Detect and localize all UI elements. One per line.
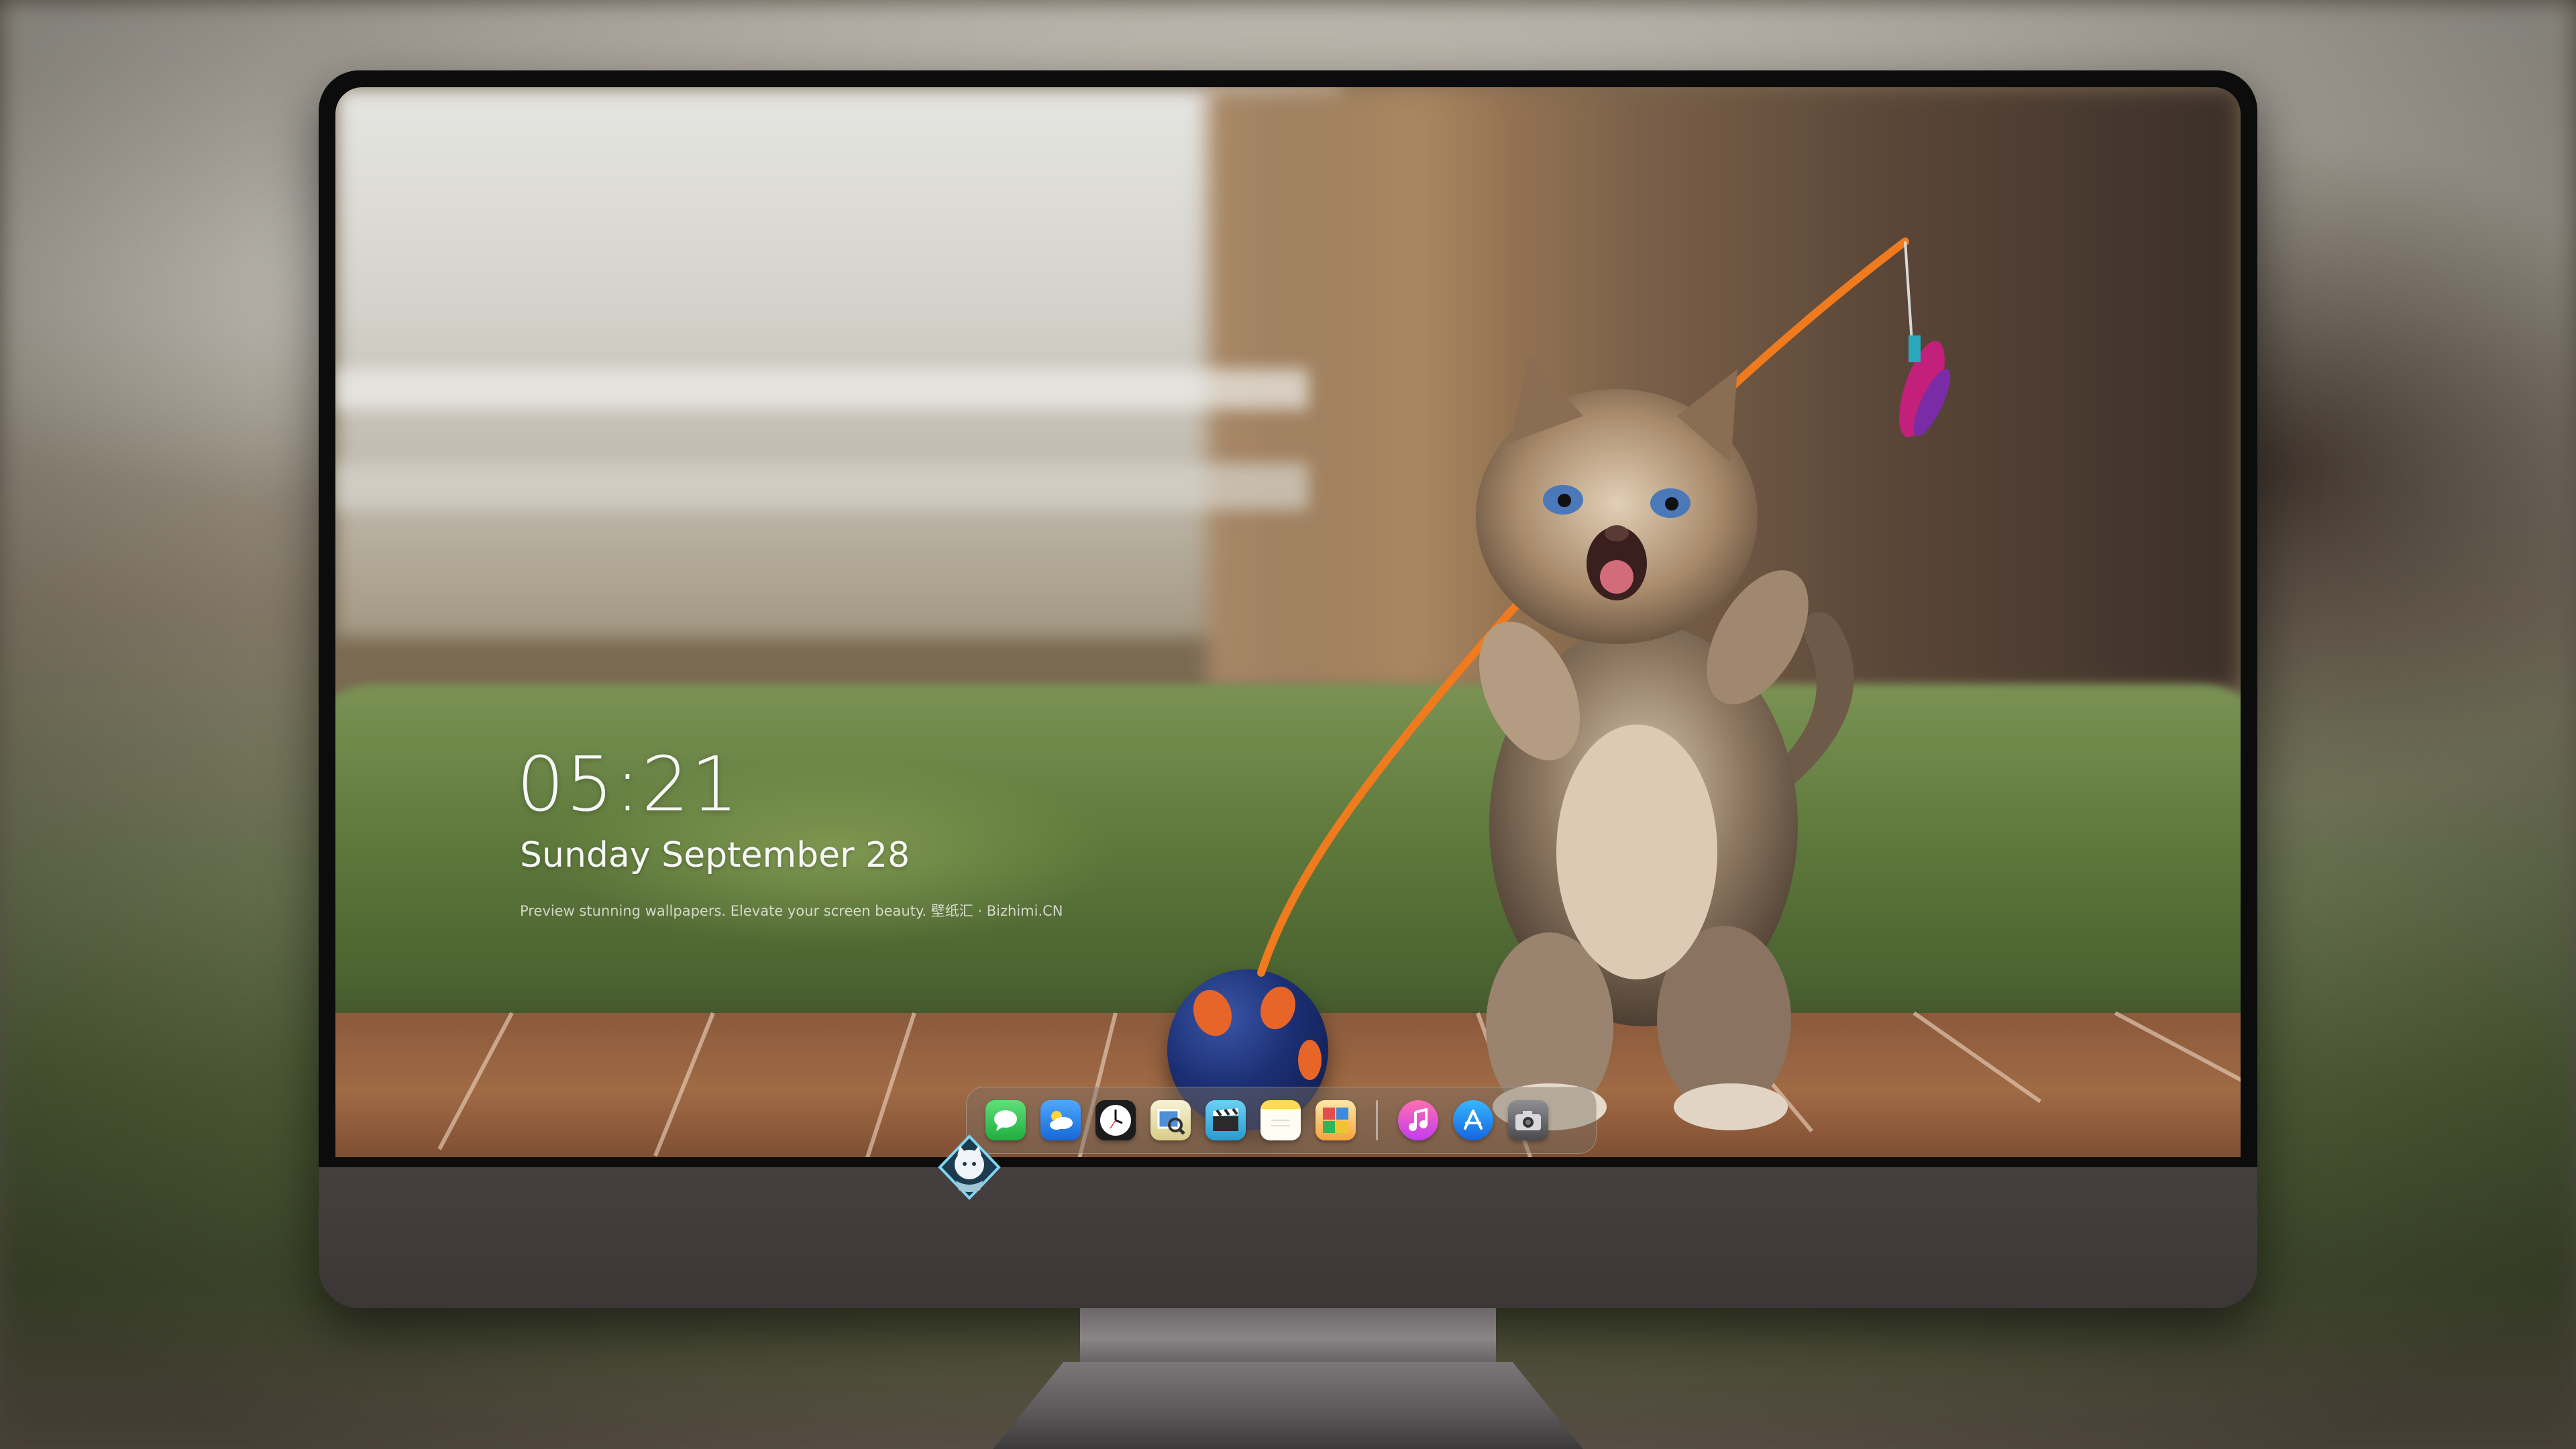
app-store-icon[interactable]: [1453, 1100, 1493, 1140]
notes-icon[interactable]: [1260, 1100, 1301, 1140]
clips-icon[interactable]: [1205, 1100, 1246, 1140]
clock-icon[interactable]: [1095, 1100, 1136, 1140]
dock: [966, 1087, 1597, 1154]
desktop-scene: 05:21 Sunday September 28 Preview stunni…: [0, 0, 2576, 1449]
preview-icon[interactable]: [1150, 1100, 1191, 1140]
monitor-stand-neck: [1080, 1308, 1496, 1368]
wallpaper-sill: [335, 463, 1308, 510]
lockscreen-date: Sunday September 28: [520, 835, 910, 875]
dock-separator: [1376, 1100, 1378, 1140]
weather-icon[interactable]: [1040, 1100, 1081, 1140]
wallpaper-sill: [335, 369, 1308, 409]
monitor-chin: [319, 1167, 2257, 1308]
screen: 05:21 Sunday September 28 Preview stunni…: [335, 87, 2241, 1157]
camera-icon[interactable]: [1508, 1100, 1548, 1140]
monitor-stand-base: [993, 1362, 1583, 1449]
music-icon[interactable]: [1398, 1100, 1438, 1140]
wallpaper-window: [335, 87, 1342, 637]
cat-astronaut-logo-icon: [938, 1134, 1001, 1200]
lockscreen-caption: Preview stunning wallpapers. Elevate you…: [520, 903, 1063, 919]
photos-icon[interactable]: [1316, 1100, 1356, 1140]
kitten: [1476, 356, 1854, 1130]
monitor: 05:21 Sunday September 28 Preview stunni…: [319, 70, 2257, 1308]
lockscreen-clock: 05:21: [517, 741, 740, 828]
